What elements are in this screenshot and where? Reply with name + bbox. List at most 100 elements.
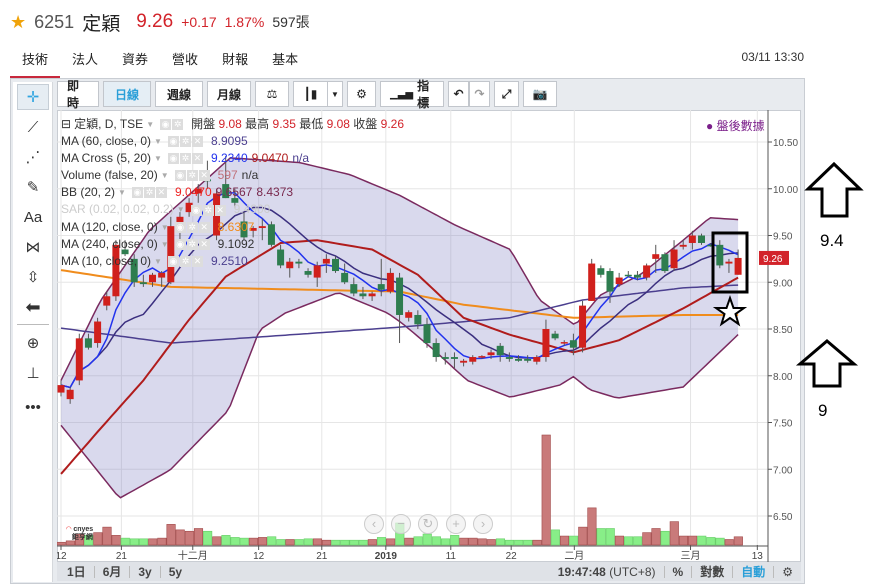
scale-settings-icon[interactable]: ⚙ bbox=[774, 566, 801, 578]
remove-indicator-icon[interactable]: ✕ bbox=[198, 170, 210, 182]
range-3y-button[interactable]: 3y bbox=[130, 565, 161, 578]
chevron-down-icon[interactable]: ▼ bbox=[154, 253, 162, 270]
ruler-icon[interactable]: ⊥ bbox=[17, 360, 49, 386]
visibility-eye-icon[interactable]: ◉ bbox=[174, 238, 186, 250]
remove-indicator-icon[interactable]: ✕ bbox=[214, 204, 226, 216]
collapse-legend-icon[interactable]: ⊟ bbox=[61, 116, 71, 133]
fib-fan-icon[interactable]: ⋰ bbox=[17, 144, 49, 170]
volume-bar bbox=[203, 530, 213, 546]
indicator-settings-icon[interactable]: ✲ bbox=[186, 170, 198, 182]
chevron-down-icon[interactable]: ▼ bbox=[177, 201, 185, 218]
visibility-eye-icon[interactable]: ◉ bbox=[131, 187, 143, 199]
range-6m-button[interactable]: 6月 bbox=[95, 565, 131, 578]
indicator-settings-icon[interactable]: ✲ bbox=[186, 238, 198, 250]
scroll-left-icon[interactable]: ‹ bbox=[364, 514, 384, 534]
series-settings-icon[interactable]: ✲ bbox=[172, 119, 184, 131]
volume-bar bbox=[120, 537, 130, 546]
compare-scale-icon[interactable]: ⚖ bbox=[255, 81, 289, 107]
remove-indicator-icon[interactable]: ✕ bbox=[191, 255, 203, 267]
fullscreen-icon[interactable]: ⤢ bbox=[494, 81, 519, 107]
visibility-eye-icon[interactable]: ◉ bbox=[167, 136, 179, 148]
crosshair-icon[interactable]: ✛ bbox=[17, 84, 49, 110]
chevron-down-icon[interactable]: ▼ bbox=[161, 167, 169, 184]
price-tick-label: 9.50 bbox=[773, 232, 793, 243]
zoom-out-icon[interactable]: − bbox=[391, 514, 411, 534]
pattern-icon[interactable]: ⋈ bbox=[17, 234, 49, 260]
brush-icon[interactable]: ✎ bbox=[17, 174, 49, 200]
remove-indicator-icon[interactable]: ✕ bbox=[198, 238, 210, 250]
indicators-label: 指標 bbox=[417, 79, 430, 110]
measure-icon[interactable]: ⇳ bbox=[17, 264, 49, 290]
candlestick-type-icon[interactable]: ┃▮ bbox=[293, 81, 327, 107]
range-1d-button[interactable]: 1日 bbox=[57, 565, 95, 578]
more-icon[interactable]: ••• bbox=[17, 394, 49, 420]
price-tick-label: 8.00 bbox=[773, 372, 793, 383]
favorite-star-icon[interactable]: ★ bbox=[10, 12, 26, 33]
interval-daily-button[interactable]: 日線 bbox=[103, 81, 151, 107]
tab-revenue[interactable]: 營收 bbox=[160, 46, 210, 78]
chevron-down-icon[interactable]: ▼ bbox=[146, 116, 154, 133]
chevron-down-icon[interactable]: ▼ bbox=[161, 236, 169, 253]
log-scale-button[interactable]: 對數 bbox=[692, 565, 734, 578]
scroll-right-icon[interactable]: › bbox=[473, 514, 493, 534]
indicator-settings-icon[interactable]: ✲ bbox=[179, 255, 191, 267]
indicator-settings-icon[interactable]: ✲ bbox=[143, 187, 155, 199]
interval-monthly-button[interactable]: 月線 bbox=[207, 81, 251, 107]
zoom-in-icon[interactable]: ⊕ bbox=[17, 330, 49, 356]
candle-body bbox=[698, 235, 705, 243]
indicator-settings-icon[interactable]: ✲ bbox=[202, 204, 214, 216]
indicator-controls: ◉ ✲ ✕ bbox=[174, 170, 210, 182]
remove-indicator-icon[interactable]: ✕ bbox=[155, 187, 167, 199]
interval-weekly-button[interactable]: 週線 bbox=[155, 81, 203, 107]
chevron-down-icon[interactable]: ▼ bbox=[154, 150, 162, 167]
chevron-down-icon[interactable]: ▼ bbox=[118, 184, 126, 201]
candle-body bbox=[505, 357, 513, 359]
trend-line-icon[interactable]: ⟋ bbox=[17, 114, 49, 140]
undo-icon[interactable]: ↶ bbox=[448, 81, 469, 107]
after-hours-data-link[interactable]: ● 盤後數據 bbox=[706, 117, 765, 134]
indicator-settings-icon[interactable]: ✲ bbox=[186, 221, 198, 233]
chevron-down-icon[interactable]: ▼ bbox=[161, 219, 169, 236]
camera-snapshot-icon[interactable]: 📷 bbox=[523, 81, 557, 107]
cnyes-logo: ◠ cnyes 鉅亨網 bbox=[66, 526, 94, 541]
tab-technical[interactable]: 技術 bbox=[10, 46, 61, 78]
volume-bar bbox=[541, 434, 551, 546]
volume-bar bbox=[129, 538, 139, 546]
indicator-settings-icon[interactable]: ✲ bbox=[179, 153, 191, 165]
up-arrow-icon bbox=[804, 161, 864, 218]
visibility-eye-icon[interactable]: ◉ bbox=[167, 255, 179, 267]
volume-bar bbox=[605, 528, 615, 546]
percent-scale-button[interactable]: % bbox=[665, 565, 693, 578]
tab-financials[interactable]: 財報 bbox=[210, 46, 260, 78]
visibility-eye-icon[interactable]: ◉ bbox=[160, 119, 172, 131]
visibility-eye-icon[interactable]: ◉ bbox=[174, 170, 186, 182]
back-arrow-icon[interactable]: ⬅ bbox=[17, 294, 49, 320]
text-tool-icon[interactable]: Aa bbox=[17, 204, 49, 230]
reset-zoom-icon[interactable]: ↻ bbox=[418, 514, 438, 534]
tab-margin[interactable]: 資券 bbox=[110, 46, 160, 78]
chevron-down-icon[interactable]: ▼ bbox=[154, 133, 162, 150]
candle-body bbox=[450, 357, 458, 359]
volume-bar bbox=[157, 537, 167, 546]
redo-icon[interactable]: ↷ bbox=[469, 81, 490, 107]
zoom-in-nav-icon[interactable]: + bbox=[446, 514, 466, 534]
visibility-eye-icon[interactable]: ◉ bbox=[190, 204, 202, 216]
settings-gear-icon[interactable]: ⚙ bbox=[347, 81, 376, 107]
range-5y-button[interactable]: 5y bbox=[161, 566, 190, 578]
interval-realtime-button[interactable]: 即時 bbox=[57, 79, 99, 110]
price-tick-label: 9.00 bbox=[773, 278, 793, 289]
indicator-settings-icon[interactable]: ✲ bbox=[179, 136, 191, 148]
indicator-controls: ◉ ✲ ✕ bbox=[167, 136, 203, 148]
visibility-eye-icon[interactable]: ◉ bbox=[174, 221, 186, 233]
visibility-eye-icon[interactable]: ◉ bbox=[167, 153, 179, 165]
tab-basic[interactable]: 基本 bbox=[260, 46, 310, 78]
candle-body bbox=[496, 345, 504, 356]
tab-institutional[interactable]: 法人 bbox=[60, 46, 110, 78]
remove-indicator-icon[interactable]: ✕ bbox=[191, 136, 203, 148]
remove-indicator-icon[interactable]: ✕ bbox=[198, 221, 210, 233]
candle-body bbox=[615, 277, 623, 285]
remove-indicator-icon[interactable]: ✕ bbox=[191, 153, 203, 165]
chart-type-dropdown-icon[interactable]: ▼ bbox=[327, 81, 343, 107]
indicators-button[interactable]: ▁▃▅ 指標 bbox=[380, 79, 444, 110]
auto-scale-button[interactable]: 自動 bbox=[733, 565, 775, 578]
